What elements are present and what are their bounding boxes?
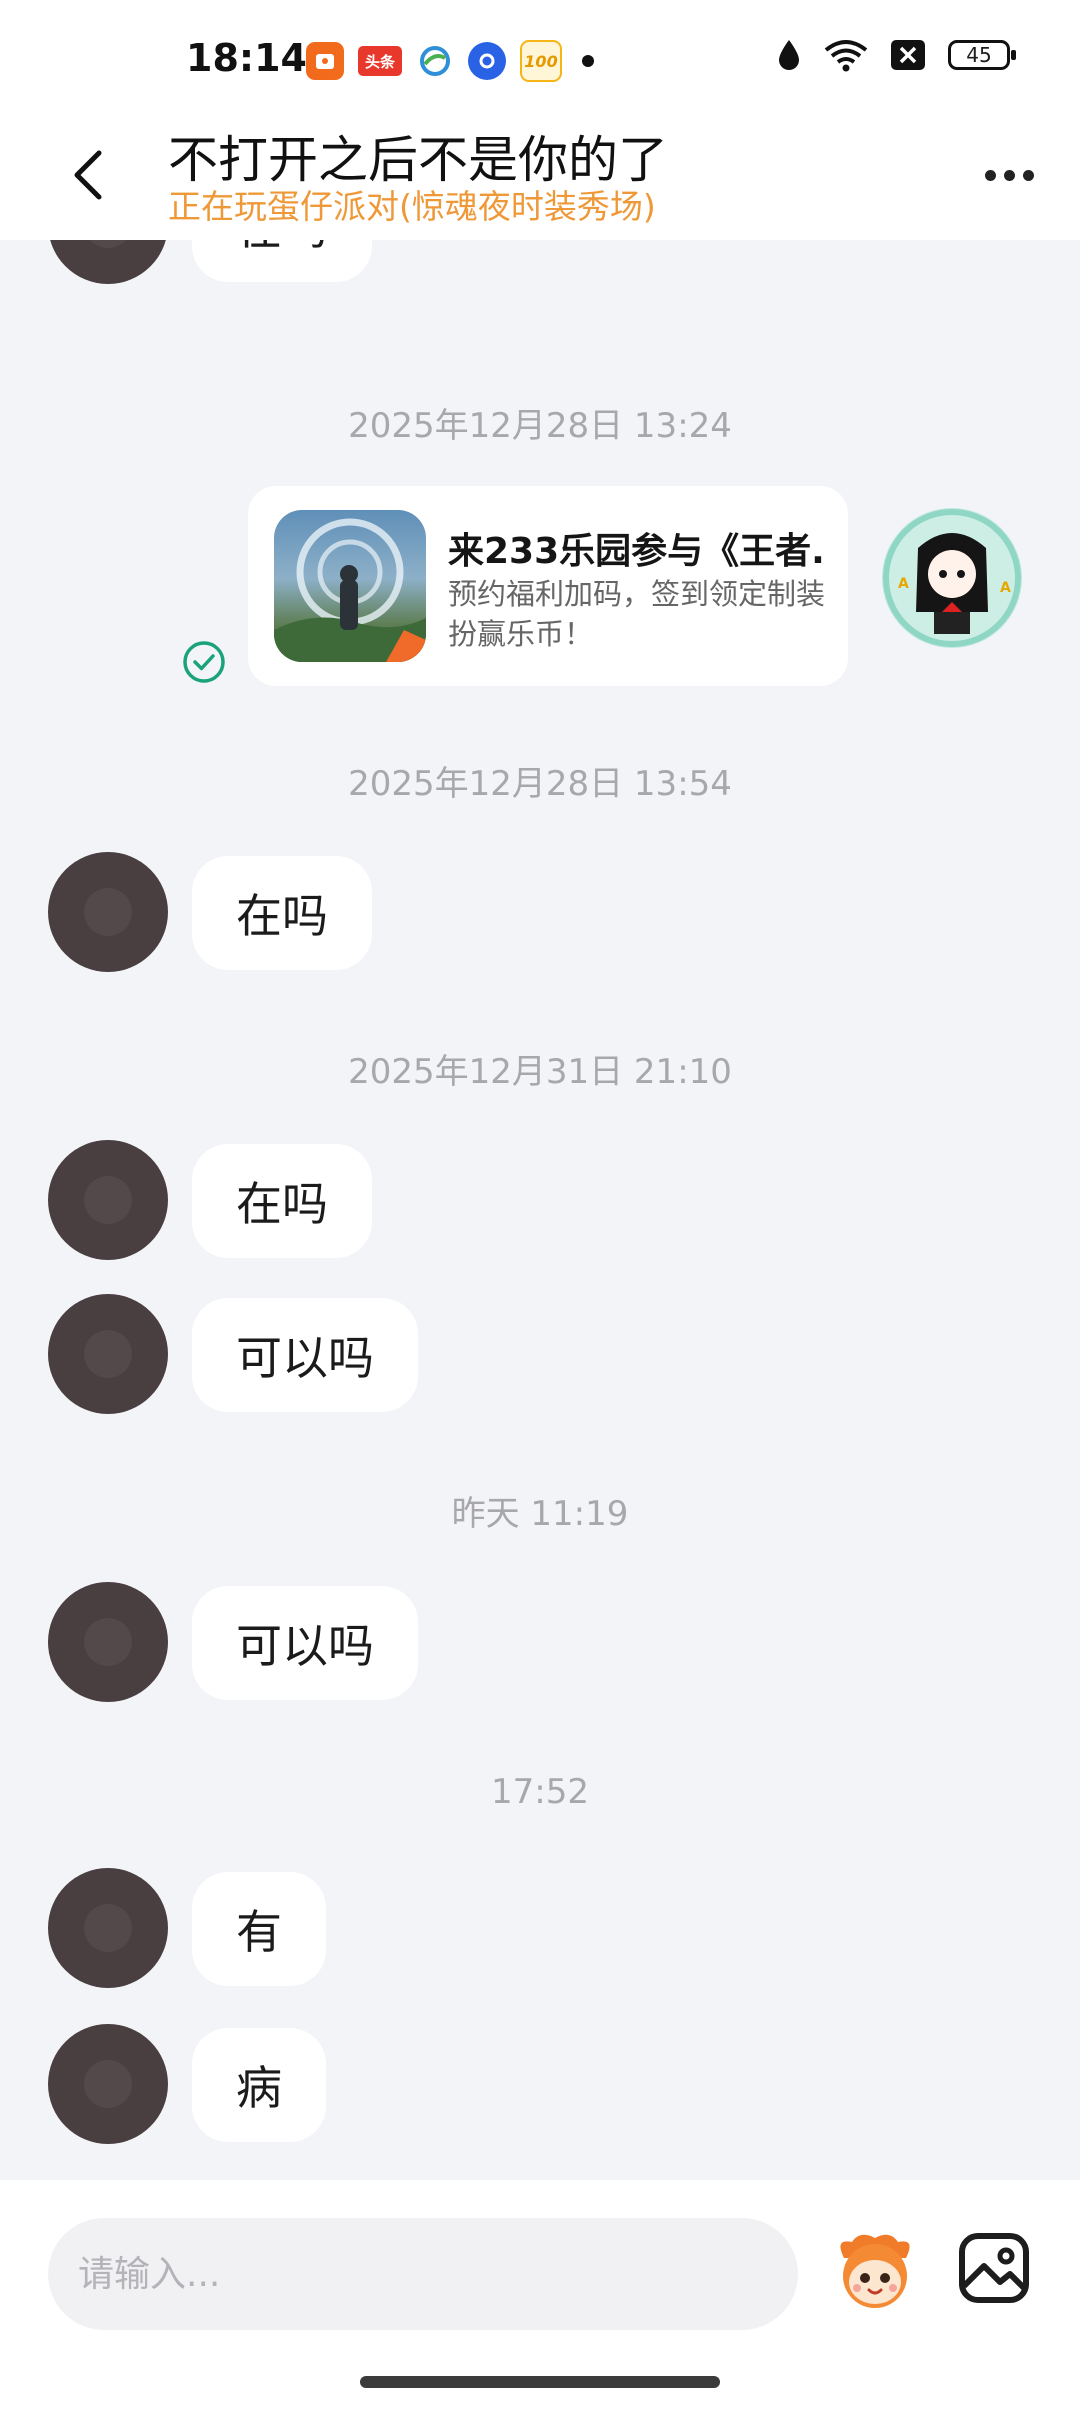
contact-avatar[interactable] (48, 1582, 168, 1702)
status-time: 18:14 (186, 36, 307, 80)
wifi-icon (824, 40, 868, 72)
status-bar: 18:14 头条 100 45 (0, 0, 1080, 120)
sent-check-icon (180, 638, 228, 686)
emoji-button[interactable] (830, 2224, 920, 2314)
timestamp: 2025年12月31日 21:10 (348, 1052, 732, 1092)
my-avatar[interactable]: A A (882, 508, 1022, 648)
timestamp: 2025年12月28日 13:54 (348, 764, 732, 804)
game-invite-card[interactable]: 来233乐园参与《王者... 预约福利加码，签到领定制装扮赢乐币！ (248, 486, 848, 686)
card-title: 来233乐园参与《王者... (448, 531, 828, 572)
app-icon-orange (306, 42, 344, 80)
contact-avatar[interactable] (48, 1140, 168, 1260)
timestamp: 17:52 (491, 1772, 589, 1812)
card-description: 预约福利加码，签到领定制装扮赢乐币！ (448, 577, 826, 651)
playing-status[interactable]: 正在玩蛋仔派对(惊魂夜时装秀场) (168, 180, 656, 228)
more-notifications-dot (582, 55, 594, 67)
mascot-emoji-icon (840, 2234, 910, 2308)
hundred-app-icon: 100 (520, 40, 562, 82)
circle-app-icon (468, 42, 506, 80)
contact-avatar[interactable] (48, 2024, 168, 2144)
timestamp: 昨天 11:19 (451, 1494, 629, 1534)
message-input[interactable] (48, 2218, 798, 2330)
battery-icon: 45 (948, 40, 1016, 70)
mobile-icon (416, 42, 454, 80)
chat-header: 不打开之后不是你的了 正在玩蛋仔派对(惊魂夜时装秀场) (0, 120, 1080, 240)
image-button[interactable] (956, 2230, 1032, 2306)
drop-icon (779, 40, 799, 70)
message-bubble[interactable]: 可以吗 (192, 1298, 418, 1412)
more-options-button[interactable] (974, 150, 1044, 200)
contact-avatar[interactable] (48, 1294, 168, 1414)
message-bubble[interactable]: 在吗 (192, 240, 372, 282)
home-indicator[interactable] (360, 2376, 720, 2388)
message-list[interactable]: 在吗 2025年12月28日 13:24 来233乐园参与《王者... 预约福利… (0, 240, 1080, 2180)
timestamp: 2025年12月28日 13:24 (348, 406, 732, 446)
message-bubble[interactable]: 可以吗 (192, 1586, 418, 1700)
contact-avatar[interactable] (48, 1868, 168, 1988)
contact-avatar[interactable] (48, 240, 168, 284)
game-cover-image (274, 510, 426, 662)
contact-avatar[interactable] (48, 852, 168, 972)
message-bubble[interactable]: 有 (192, 1872, 326, 1986)
notification-icons: 头条 100 (306, 40, 594, 82)
message-bubble[interactable]: 在吗 (192, 856, 372, 970)
message-bubble[interactable]: 在吗 (192, 1144, 372, 1258)
svg-text:A: A (898, 576, 909, 592)
image-icon (959, 2233, 1029, 2303)
more-dot (1022, 169, 1034, 181)
svg-text:A: A (1000, 580, 1011, 596)
message-bubble[interactable]: 病 (192, 2028, 326, 2142)
chevron-left-icon (74, 150, 102, 200)
more-dot (984, 169, 996, 181)
toutiao-icon: 头条 (358, 46, 402, 76)
back-button[interactable] (54, 140, 124, 210)
no-sim-icon (891, 40, 925, 70)
more-dot (1003, 169, 1015, 181)
status-indicators: 45 (776, 38, 1016, 72)
